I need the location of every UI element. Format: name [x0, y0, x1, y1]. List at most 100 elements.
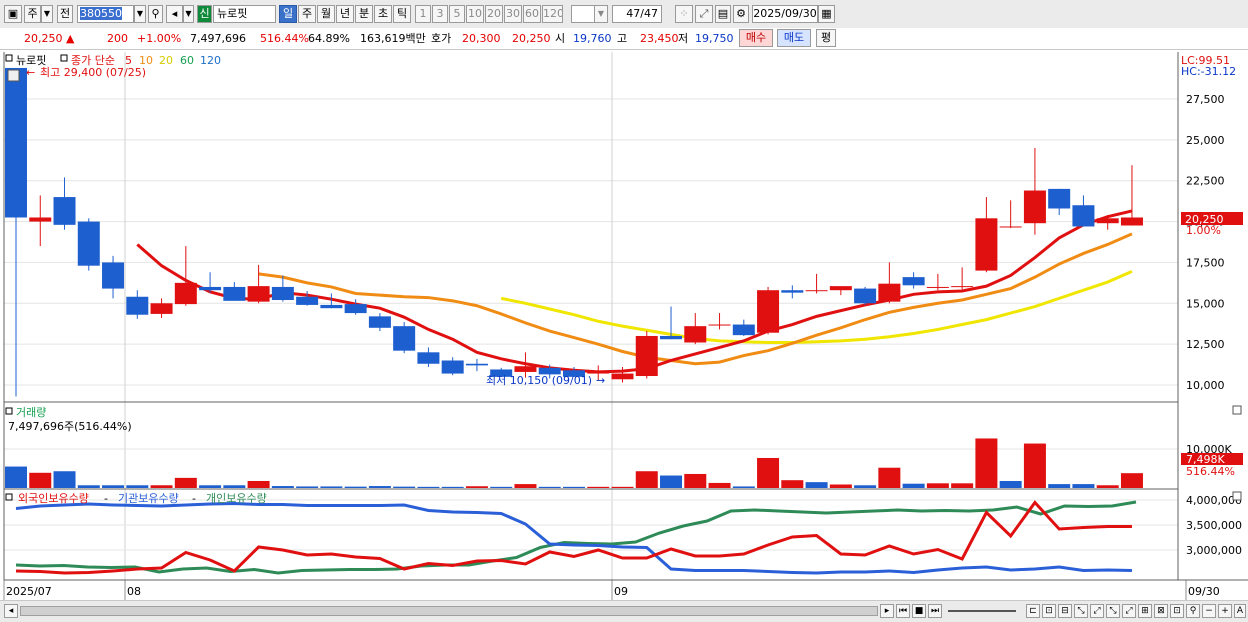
chart-menu-icon[interactable]: ▣ — [4, 5, 22, 23]
stop-icon[interactable]: ■ — [912, 604, 926, 618]
save-icon[interactable]: ▤ — [715, 5, 731, 23]
blank-select[interactable] — [571, 5, 595, 23]
period-tab-2[interactable]: 월 — [317, 5, 335, 23]
search-icon[interactable]: ⚲ — [148, 5, 163, 23]
volume-bar — [199, 485, 222, 488]
calendar-icon[interactable]: ▦ — [818, 5, 835, 23]
zoom-in-icon[interactable]: + — [1218, 604, 1232, 618]
count-input[interactable]: 47/47 — [612, 5, 662, 23]
code-dropdown-icon[interactable]: ▼ — [134, 5, 146, 23]
top-toolbar: ▣ 주 ▼ 전 380550 ▼ ⚲ ◂ ▼ 신 뉴로핏 ▼ 47/47 ⁘ ⤢… — [0, 0, 1248, 29]
volume-close-icon[interactable] — [1232, 405, 1242, 415]
period-tab-5[interactable]: 초 — [374, 5, 392, 23]
price-tag-pct: 1.00% — [1186, 224, 1221, 237]
period-type-select[interactable]: 주 — [24, 5, 41, 23]
interval-button-5[interactable]: 5 — [449, 5, 465, 23]
gear-icon[interactable]: ⚙ — [733, 5, 749, 23]
candle-body — [757, 290, 780, 333]
average-button[interactable]: 평 — [816, 29, 836, 47]
volume-bar — [1072, 484, 1095, 488]
stock-chart-svg[interactable]: 27,50025,00022,50020,00017,50015,00012,5… — [0, 50, 1248, 602]
tool-icon-4[interactable]: ⤡ — [1074, 604, 1088, 618]
scroll-right-icon[interactable]: ▸ — [880, 604, 894, 618]
sell-button[interactable]: 매도 — [777, 29, 811, 47]
forward-icon[interactable]: ⏭ — [928, 604, 942, 618]
buy-button[interactable]: 매수 — [739, 29, 773, 47]
interval-button-30[interactable]: 30 — [504, 5, 522, 23]
candle-body — [902, 277, 925, 286]
interval-button-20[interactable]: 20 — [485, 5, 503, 23]
market-select[interactable]: 전 — [57, 5, 73, 23]
volume-bar — [587, 486, 610, 488]
period-tab-0[interactable]: 일 — [279, 5, 297, 23]
period-tab-3[interactable]: 년 — [336, 5, 354, 23]
volume-bar — [150, 485, 173, 488]
interval-button-1[interactable]: 1 — [415, 5, 431, 23]
high-price: 23,450 — [640, 32, 679, 45]
candle-body — [975, 218, 998, 271]
grid-icon[interactable]: ⁘ — [675, 5, 693, 23]
count-value: 47 — [626, 7, 641, 20]
tool-icon-1[interactable]: ⊏ — [1026, 604, 1040, 618]
zoom-search-icon[interactable]: ⚲ — [1186, 604, 1200, 618]
volume-bar — [926, 483, 949, 488]
individual-holding-legend: 개인보유수량 — [206, 492, 267, 505]
tool-icon-3[interactable]: ⊟ — [1058, 604, 1072, 618]
volume-bar — [611, 486, 634, 488]
scroll-left-icon[interactable]: ◂ — [4, 604, 18, 618]
interval-button-120[interactable]: 120 — [542, 5, 563, 23]
date-field[interactable]: 2025/09/30 — [752, 5, 818, 23]
interval-button-60[interactable]: 60 — [523, 5, 541, 23]
candle-body — [781, 290, 804, 293]
candle-body — [29, 217, 52, 222]
blank-dropdown-icon[interactable]: ▼ — [594, 5, 608, 23]
tool-icon-6[interactable]: ⤡ — [1106, 604, 1120, 618]
interval-button-10[interactable]: 10 — [466, 5, 484, 23]
tool-icon-9[interactable]: ⊠ — [1154, 604, 1168, 618]
tool-icon-2[interactable]: ⊡ — [1042, 604, 1056, 618]
horizontal-scrollbar[interactable] — [20, 606, 878, 616]
stock-code-input[interactable]: 380550 — [77, 5, 134, 23]
holding-close-icon[interactable] — [1232, 491, 1242, 501]
holding-tick-label: 3,000,000 — [1186, 544, 1242, 557]
volume-bar — [805, 482, 828, 488]
zoom-out-icon[interactable]: − — [1202, 604, 1216, 618]
tool-icon-7[interactable]: ⤢ — [1122, 604, 1136, 618]
tool-icon-8[interactable]: ⊞ — [1138, 604, 1152, 618]
volume-bar — [829, 484, 852, 488]
volume-bar — [417, 486, 440, 488]
calendar-small-icon[interactable] — [7, 69, 20, 82]
period-tab-1[interactable]: 주 — [298, 5, 316, 23]
speaker-dropdown-icon[interactable]: ▼ — [183, 5, 194, 23]
chevron-down-icon[interactable]: ▼ — [41, 5, 53, 23]
candle-body — [611, 373, 634, 380]
tool-icon-5[interactable]: ⤢ — [1090, 604, 1104, 618]
candle-body — [635, 335, 658, 377]
tool-icon-10[interactable]: ⊡ — [1170, 604, 1184, 618]
volume-bar — [296, 486, 319, 488]
period-tab-6[interactable]: 틱 — [393, 5, 411, 23]
x-axis-label: 08 — [127, 585, 141, 598]
crosshair-icon[interactable]: ⤢ — [695, 5, 713, 23]
price-tick-label: 15,000 — [1186, 297, 1225, 310]
price-tick-label: 22,500 — [1186, 175, 1225, 188]
volume-bar — [441, 486, 464, 488]
chart-area[interactable]: 27,50025,00022,50020,00017,50015,00012,5… — [0, 50, 1248, 602]
volume-bar — [344, 486, 367, 488]
candle-body — [344, 304, 367, 314]
candle-body — [150, 303, 173, 314]
font-size-icon[interactable]: A — [1234, 604, 1246, 618]
candle-body — [441, 360, 464, 374]
ask-price: 20,300 — [462, 32, 501, 45]
period-tab-4[interactable]: 분 — [355, 5, 373, 23]
speaker-icon[interactable]: ◂ — [166, 5, 183, 23]
price-change: 200 — [107, 32, 128, 45]
price-tick-label: 12,500 — [1186, 338, 1225, 351]
volume-bar — [368, 486, 391, 488]
zoom-slider[interactable] — [948, 610, 1016, 612]
candle-body — [199, 286, 222, 291]
ma-legend-60: 60 — [180, 54, 194, 67]
rewind-icon[interactable]: ⏮ — [896, 604, 910, 618]
volume-bar — [999, 480, 1022, 488]
interval-button-3[interactable]: 3 — [432, 5, 448, 23]
